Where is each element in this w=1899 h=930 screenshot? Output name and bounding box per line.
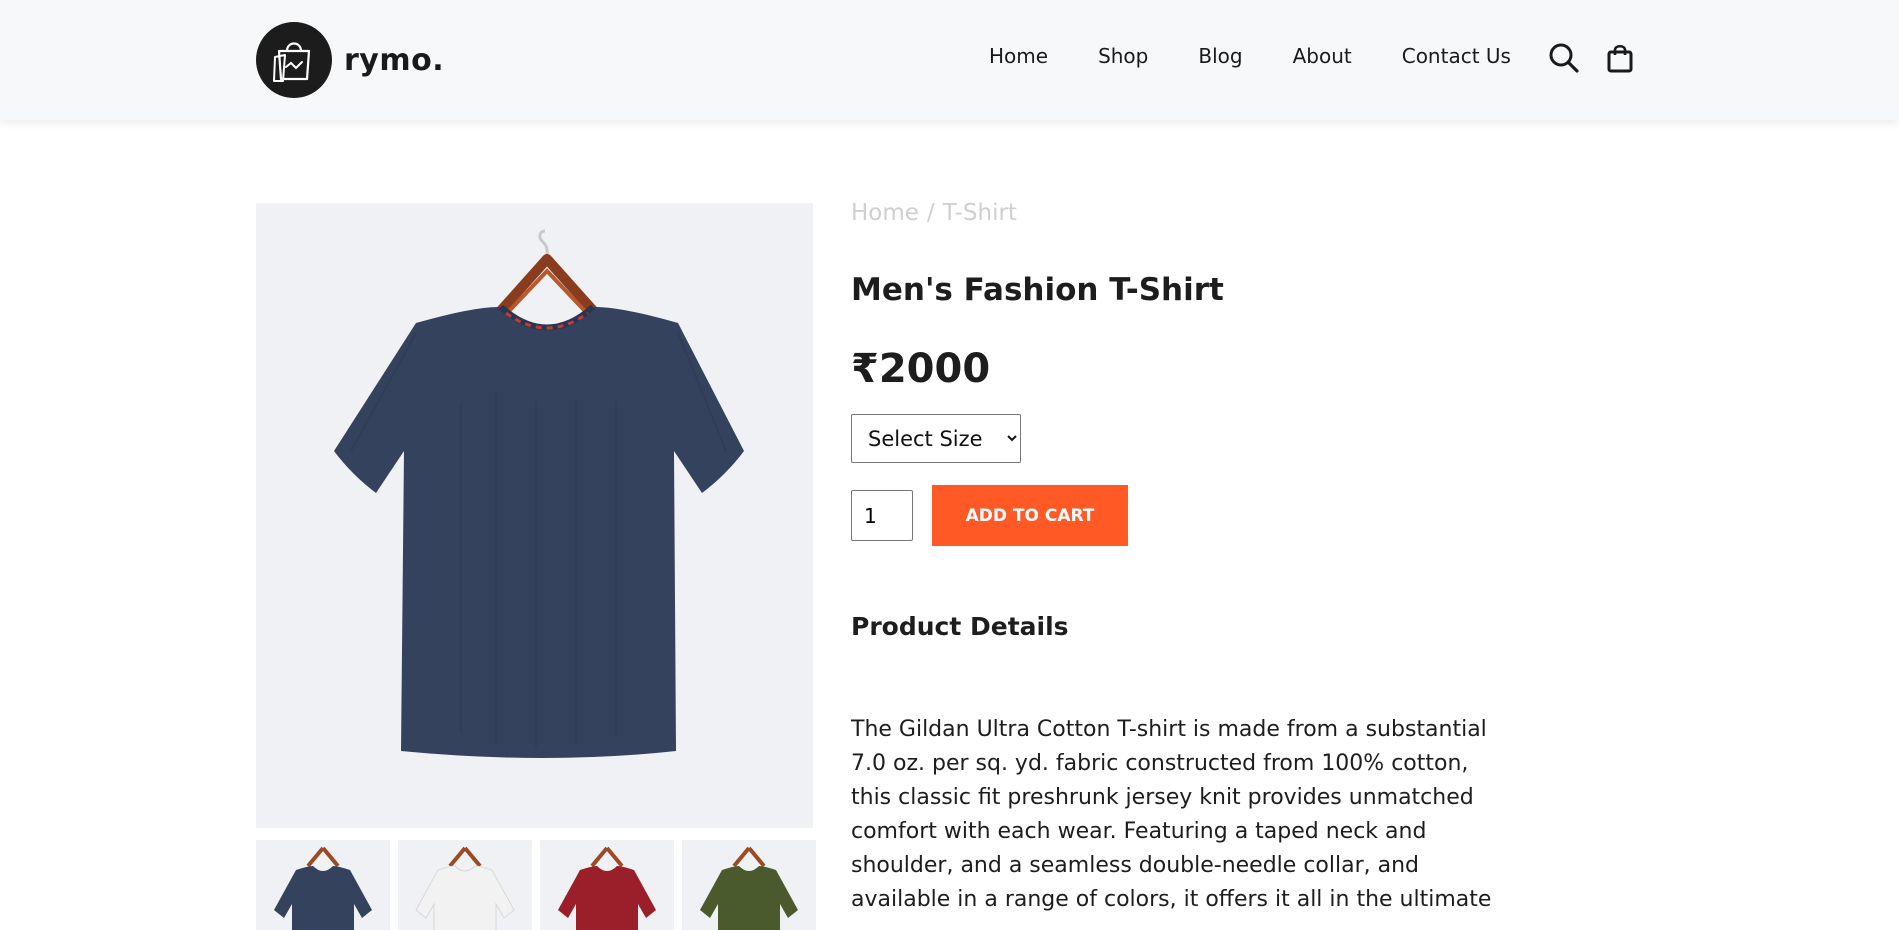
product-details-heading: Product Details bbox=[851, 612, 1069, 641]
breadcrumb-separator: / bbox=[926, 200, 935, 226]
size-select[interactable]: Select Size bbox=[851, 414, 1021, 463]
add-to-cart-button[interactable]: ADD TO CART bbox=[932, 485, 1128, 546]
breadcrumb-category[interactable]: T-Shirt bbox=[943, 200, 1017, 226]
search-icon[interactable] bbox=[1548, 42, 1580, 74]
product-thumbnails bbox=[256, 840, 816, 930]
product-details-panel: Home / T-Shirt Men's Fashion T-Shirt ₹2000… bbox=[851, 200, 1511, 917]
nav-home[interactable]: Home bbox=[989, 44, 1048, 68]
site-header: rymo. Home Shop Blog About Contact Us bbox=[0, 0, 1899, 120]
brand-name: rymo. bbox=[344, 42, 445, 78]
quantity-input[interactable] bbox=[851, 490, 913, 541]
add-to-cart-row: ADD TO CART bbox=[851, 485, 1511, 546]
product-description: The Gildan Ultra Cotton T-shirt is made … bbox=[851, 717, 1492, 912]
product-main-image[interactable] bbox=[256, 203, 813, 828]
breadcrumb-home[interactable]: Home bbox=[851, 200, 919, 226]
nav-about[interactable]: About bbox=[1293, 44, 1352, 68]
brand-logo[interactable]: rymo. bbox=[256, 22, 444, 98]
nav-blog[interactable]: Blog bbox=[1198, 44, 1242, 68]
thumbnail-white[interactable] bbox=[398, 840, 532, 930]
shopping-bag-logo-icon bbox=[256, 22, 332, 98]
thumbnail-green[interactable] bbox=[682, 840, 816, 930]
breadcrumb: Home / T-Shirt bbox=[851, 200, 1511, 232]
thumbnail-navy[interactable] bbox=[256, 840, 390, 930]
product-price: ₹2000 bbox=[851, 346, 991, 392]
nav-contact-us[interactable]: Contact Us bbox=[1402, 44, 1511, 68]
shopping-bag-icon[interactable] bbox=[1604, 42, 1636, 74]
product-title: Men's Fashion T-Shirt bbox=[851, 272, 1224, 308]
main-nav: Home Shop Blog About Contact Us bbox=[989, 44, 1511, 68]
nav-shop[interactable]: Shop bbox=[1098, 44, 1148, 68]
thumbnail-red[interactable] bbox=[540, 840, 674, 930]
